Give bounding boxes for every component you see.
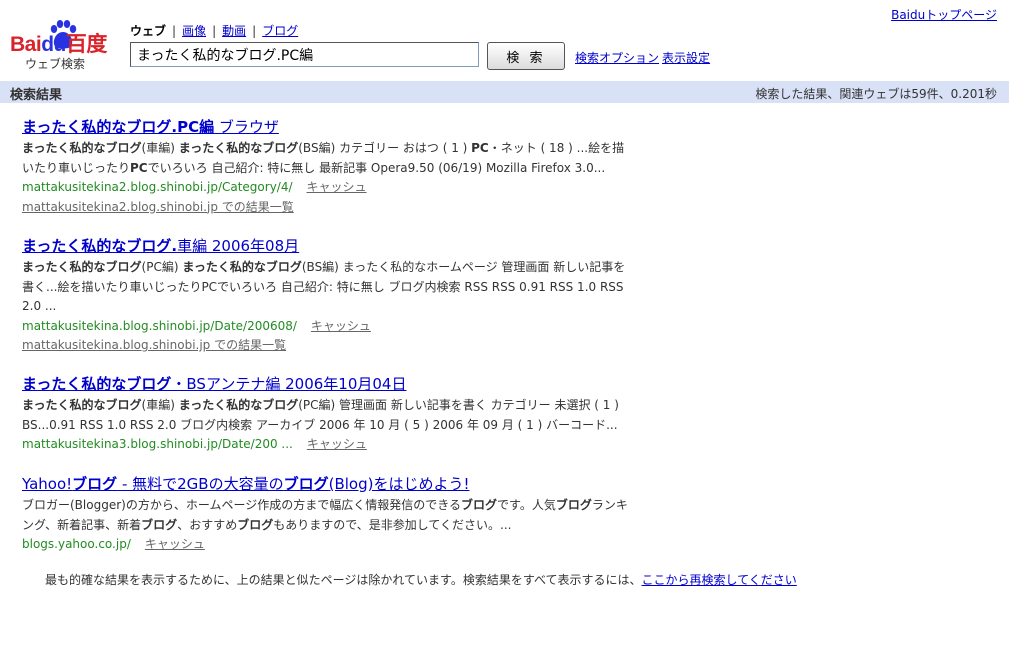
- result-url: mattakusitekina2.blog.shinobi.jp/Categor…: [22, 180, 293, 194]
- tab-separator: |: [212, 24, 217, 38]
- result-url: blogs.yahoo.co.jp/: [22, 537, 131, 551]
- result-url-line: mattakusitekina.blog.shinobi.jp/Date/200…: [22, 317, 632, 337]
- cache-link[interactable]: キャッシュ: [307, 437, 367, 451]
- result-url-line: blogs.yahoo.co.jp/キャッシュ: [22, 535, 632, 555]
- result-snippet: まったく私的なブログ(PC編) まったく私的なブログ(BS編) まったく私的なホ…: [22, 260, 626, 313]
- cache-link[interactable]: キャッシュ: [307, 180, 367, 194]
- result-item: Yahoo!ブログ - 無料で2GBの大容量のブログ(Blog)をはじめよう! …: [22, 475, 632, 555]
- site-results-link[interactable]: mattakusitekina.blog.shinobi.jp での結果一覧: [22, 336, 632, 355]
- results-stats: 検索した結果、関連ウェブは59件、0.201秒: [755, 87, 997, 101]
- tab-separator: |: [252, 24, 257, 38]
- search-type-tabs: ウェブ | 画像 | 動画 | ブログ: [130, 22, 298, 39]
- tab-video[interactable]: 動画: [222, 24, 246, 38]
- tab-web[interactable]: ウェブ: [130, 24, 166, 38]
- result-url-line: mattakusitekina2.blog.shinobi.jp/Categor…: [22, 178, 632, 198]
- results-title: 検索結果: [10, 88, 63, 103]
- logo-wordmark: Baidu百度: [10, 33, 107, 56]
- display-settings-link[interactable]: 表示設定: [662, 49, 710, 66]
- cache-link[interactable]: キャッシュ: [145, 537, 205, 551]
- result-snippet: まったく私的なブログ(車編) まったく私的なブログ(PC編) 管理画面 新しい記…: [22, 398, 619, 432]
- result-title-link[interactable]: まったく私的なブログ.PC編 ブラウザ: [22, 118, 632, 136]
- tab-separator: |: [172, 24, 177, 38]
- cache-link[interactable]: キャッシュ: [311, 319, 371, 333]
- search-options-link[interactable]: 検索オプション: [575, 49, 659, 66]
- search-input[interactable]: [130, 42, 479, 67]
- result-url-line: mattakusitekina3.blog.shinobi.jp/Date/20…: [22, 435, 632, 455]
- site-results-link[interactable]: mattakusitekina2.blog.shinobi.jp での結果一覧: [22, 198, 632, 217]
- result-snippet: まったく私的なブログ(車編) まったく私的なブログ(BS編) カテゴリー おはつ…: [22, 141, 625, 175]
- result-title-link[interactable]: まったく私的なブログ.車編 2006年08月: [22, 237, 632, 255]
- result-item: まったく私的なブログ.PC編 ブラウザ まったく私的なブログ(車編) まったく私…: [22, 118, 632, 217]
- result-item: まったく私的なブログ.車編 2006年08月 まったく私的なブログ(PC編) ま…: [22, 237, 632, 355]
- baidu-logo[interactable]: Baidu百度 ウェブ検索: [9, 20, 114, 72]
- result-url: mattakusitekina.blog.shinobi.jp/Date/200…: [22, 318, 297, 333]
- search-again-link[interactable]: ここから再検索してください: [642, 573, 797, 587]
- result-url: mattakusitekina3.blog.shinobi.jp/Date/20…: [22, 437, 293, 451]
- logo-subtitle: ウェブ検索: [25, 57, 86, 71]
- tab-blog[interactable]: ブログ: [262, 24, 298, 38]
- search-button[interactable]: 検 索: [487, 42, 565, 70]
- result-title-link[interactable]: まったく私的なブログ・BSアンテナ編 2006年10月04日: [22, 375, 632, 393]
- baidu-top-page-link[interactable]: Baiduトップページ: [891, 6, 997, 23]
- omitted-results-text: 最も的確な結果を表示するために、上の結果と似たページは除かれています。検索結果を…: [45, 573, 642, 587]
- result-title-link[interactable]: Yahoo!ブログ - 無料で2GBの大容量のブログ(Blog)をはじめよう!: [22, 475, 632, 493]
- result-item: まったく私的なブログ・BSアンテナ編 2006年10月04日 まったく私的なブロ…: [22, 375, 632, 455]
- tab-images[interactable]: 画像: [182, 24, 206, 38]
- omitted-results-note: 最も的確な結果を表示するために、上の結果と似たページは除かれています。検索結果を…: [45, 571, 797, 588]
- results-header-bar: 検索結果 検索した結果、関連ウェブは59件、0.201秒: [0, 81, 1009, 103]
- result-snippet: ブロガー(Blogger)の方から、ホームページ作成の方まで幅広く情報発信のでき…: [22, 498, 628, 532]
